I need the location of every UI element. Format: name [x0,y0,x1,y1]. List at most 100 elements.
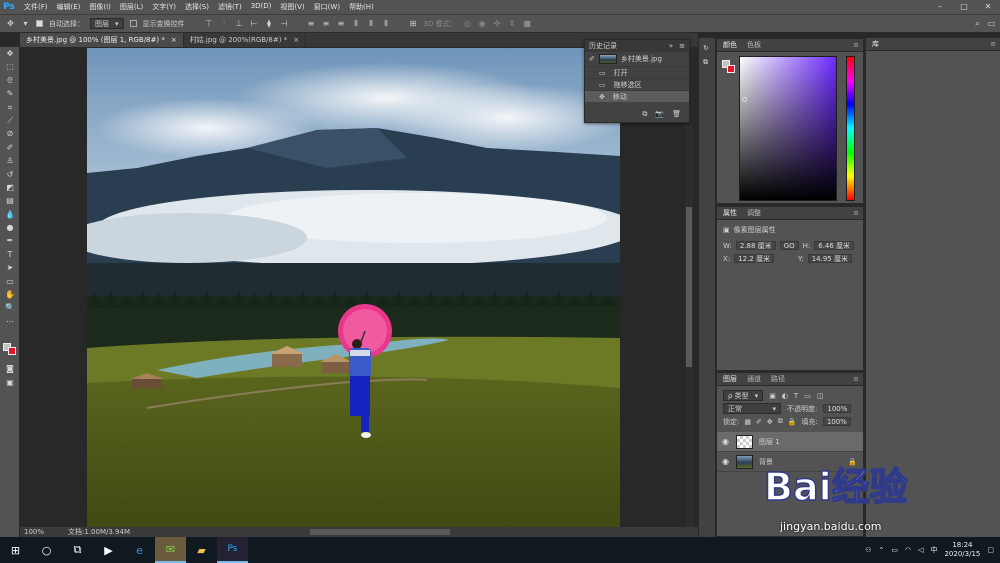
link-proportions-icon[interactable]: GO [779,241,799,250]
filter-pixel-icon[interactable]: ▣ [769,392,776,400]
more-tools-icon[interactable]: ⋯ [0,315,20,328]
edge-browser-icon[interactable]: e [124,537,155,563]
people-icon[interactable]: ⚇ [865,546,871,554]
tab-swatches[interactable]: 色板 [747,40,761,50]
new-document-icon[interactable]: ⧉ [642,110,647,119]
quick-mask-icon[interactable]: ◙ [0,362,20,375]
distribute-hcenter-icon[interactable]: ⦀ [367,19,376,28]
media-player-icon[interactable]: ▶ [93,537,124,563]
filter-smart-icon[interactable]: ◫ [817,392,824,400]
menu-type[interactable]: 文字(Y) [152,2,176,12]
move-tool-icon[interactable]: ✥ [0,47,20,60]
auto-select-dropdown[interactable]: 图层 ▾ [90,18,124,29]
tab-adjustments[interactable]: 调整 [747,208,761,218]
clock[interactable]: 18:24 2020/3/15 [944,541,980,559]
tab-color[interactable]: 颜色 [723,40,737,50]
color-picker-marker[interactable] [742,97,747,102]
blend-mode-dropdown[interactable]: 正常 ▾ [723,403,781,414]
menu-filter[interactable]: 滤镜(T) [218,2,242,12]
battery-icon[interactable]: ▭ [891,546,898,554]
menu-edit[interactable]: 编辑(E) [57,2,81,12]
trash-icon[interactable]: 🗑 [672,110,681,119]
tab-layers[interactable]: 图层 [723,374,737,384]
collapse-icon[interactable]: » [669,42,673,50]
eyedropper-tool-icon[interactable]: ⟋ [0,114,20,127]
3d-slide-icon[interactable]: ⇕ [508,19,517,28]
dodge-tool-icon[interactable]: ● [0,221,20,234]
history-brush-tool-icon[interactable]: ↺ [0,168,20,181]
document-info[interactable]: 文档:1.00M/3.94M [68,527,130,537]
notifications-icon[interactable]: ▢ [987,546,994,554]
close-icon[interactable]: × [293,36,299,44]
quick-select-tool-icon[interactable]: ✎ [0,87,20,100]
lock-pixels-icon[interactable]: ▦ [744,418,751,426]
lock-all-icon[interactable]: 🔒 [788,418,797,426]
document-canvas-image[interactable] [87,48,620,528]
menu-view[interactable]: 视图(V) [280,2,304,12]
distribute-left-icon[interactable]: ⦀ [352,19,361,28]
distribute-right-icon[interactable]: ⦀ [382,19,391,28]
rectangle-tool-icon[interactable]: ▭ [0,275,20,288]
chevron-down-icon[interactable]: ▾ [21,19,30,28]
menu-image[interactable]: 图像(I) [89,2,111,12]
tray-up-icon[interactable]: ⌃ [878,546,884,554]
width-field[interactable]: 2.88 厘米 [735,241,776,250]
move-tool-icon[interactable]: ✥ [6,19,15,28]
task-view-icon[interactable]: ⧉ [62,537,93,563]
auto-select-checkbox[interactable] [36,20,43,27]
align-bottom-icon[interactable]: ⊥ [235,19,244,28]
color-field[interactable] [739,56,837,201]
filter-type-icon[interactable]: T [794,392,798,400]
background-color-swatch[interactable] [8,347,16,355]
workspace-icon[interactable]: ▭ [987,19,996,28]
eraser-tool-icon[interactable]: ◩ [0,181,20,194]
y-field[interactable]: 14.95 厘米 [807,254,852,263]
visibility-eye-icon[interactable]: ◉ [722,457,730,466]
history-step-move[interactable]: ✥ 移动 [585,90,689,102]
windows-start-icon[interactable]: ⊞ [0,537,31,563]
path-select-tool-icon[interactable]: ➤ [0,261,20,274]
lock-artboard-icon[interactable]: ⧉ [778,417,783,426]
menu-3d[interactable]: 3D(D) [251,2,272,12]
minimize-icon[interactable]: – [928,0,952,14]
lasso-tool-icon[interactable]: ᘓ [0,74,20,87]
history-brush-source-icon[interactable]: ✐ [589,55,595,63]
brush-tool-icon[interactable]: ✐ [0,141,20,154]
layer-row-layer1[interactable]: ◉ 图层 1 [717,432,863,452]
background-color-swatch[interactable] [727,65,735,73]
network-icon[interactable]: ◠ [905,546,911,554]
tab-library[interactable]: 库 [872,39,879,49]
3d-pan-icon[interactable]: ✣ [493,19,502,28]
history-panel-icon[interactable]: ↻ [703,44,711,52]
panel-menu-icon[interactable]: ≡ [853,41,859,49]
history-step-open[interactable]: ▭ 打开 [585,66,689,78]
wechat-icon[interactable]: ✉ [155,537,186,563]
align-left-icon[interactable]: ⊢ [250,19,259,28]
align-right-icon[interactable]: ⊣ [280,19,289,28]
tab-paths[interactable]: 路径 [771,374,785,384]
ime-icon[interactable]: 中 [930,545,937,555]
layer-filter-dropdown[interactable]: ρ 类型 ▾ [723,390,764,401]
camera-icon[interactable]: 📷 [655,110,664,119]
tab-village-jpg[interactable]: 乡村美景.jpg @ 100% (图层 1, RGB/8#) * × [20,33,184,47]
auto-align-icon[interactable]: ⊞ [409,19,418,28]
properties-panel-icon[interactable]: ⧉ [703,58,711,67]
tab-channels[interactable]: 通道 [747,374,761,384]
search-icon[interactable]: ⌕ [973,19,982,28]
volume-icon[interactable]: ◁ [918,546,923,554]
panel-menu-icon[interactable]: ≡ [853,375,859,383]
3d-roll-icon[interactable]: ◉ [478,19,487,28]
hand-tool-icon[interactable]: ✋ [0,288,20,301]
screen-mode-icon[interactable]: ▣ [0,376,20,389]
search-icon[interactable]: ○ [31,537,62,563]
3d-orbit-icon[interactable]: ◎ [463,19,472,28]
tab-village-girl-jpg[interactable]: 村姑.jpg @ 200%(RGB/8#) * × [184,33,307,47]
align-vcenter-icon[interactable]: ⫶ [220,19,229,28]
filter-shape-icon[interactable]: ▭ [804,392,811,400]
height-field[interactable]: 6.46 厘米 [814,241,855,250]
tab-properties[interactable]: 属性 [723,208,737,218]
menu-help[interactable]: 帮助(H) [349,2,374,12]
scroll-thumb[interactable] [686,207,692,367]
show-transform-checkbox[interactable] [129,20,137,27]
menu-file[interactable]: 文件(F) [24,2,48,12]
